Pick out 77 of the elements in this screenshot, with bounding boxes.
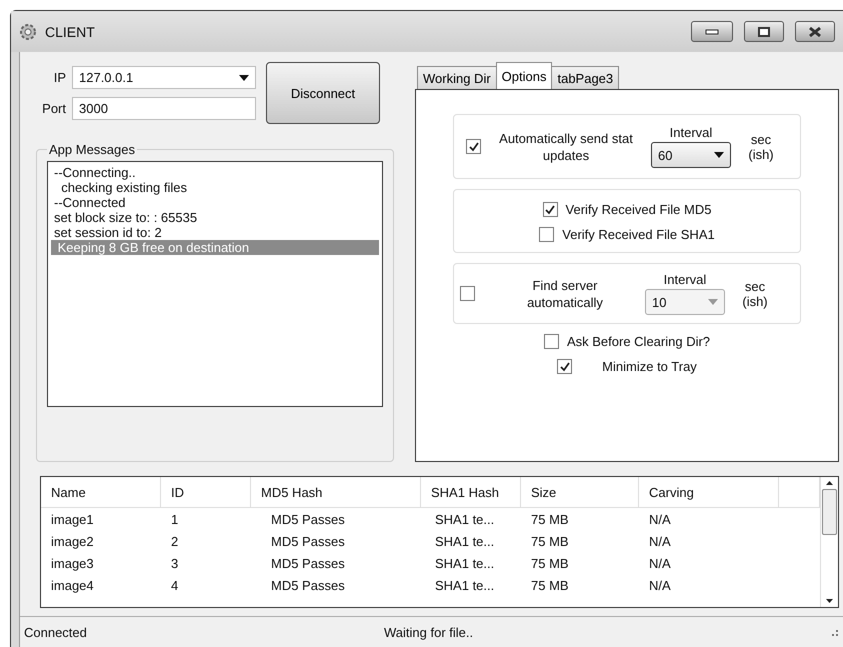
port-label: Port <box>41 101 66 116</box>
checkbox-label: Ask Before Clearing Dir? <box>566 334 710 349</box>
column-header[interactable]: MD5 Hash <box>251 477 421 508</box>
message-item[interactable]: set session id to: 2 <box>51 225 379 240</box>
table-cell-text: SHA1 te... <box>434 576 496 594</box>
table-cell-text: MD5 Passes <box>270 532 346 550</box>
tab[interactable]: Options <box>496 62 552 89</box>
column-header[interactable]: SHA1 Hash <box>421 477 521 508</box>
message-item[interactable]: set block size to: : 65535 <box>51 210 379 225</box>
maximize-icon <box>758 26 770 36</box>
checkbox[interactable] <box>466 139 481 154</box>
table-cell-text: SHA1 te... <box>434 510 496 528</box>
table-cell-text: SHA1 te... <box>434 554 496 572</box>
table-cell-text: 4 <box>170 576 180 594</box>
checkbox-label: Verify Received File SHA1 <box>562 227 715 242</box>
scroll-thumb[interactable] <box>822 489 837 535</box>
table-cell-text: image2 <box>50 532 95 551</box>
column-header[interactable]: Carving <box>639 477 779 508</box>
ip-dropdown[interactable]: 127.0.0.1 <box>72 66 256 89</box>
window-title: CLIENT <box>45 24 96 40</box>
column-header[interactable]: Name <box>41 477 161 508</box>
table-cell-text: 75 MB <box>530 554 570 572</box>
table-cell-text: N/A <box>648 532 672 550</box>
unit-label: sec (ish) <box>741 278 769 308</box>
checkbox[interactable] <box>539 227 554 242</box>
dropdown-arrow-icon <box>714 152 724 158</box>
table-cell-text: N/A <box>648 510 672 528</box>
gear-icon <box>19 22 37 40</box>
table-cell-text: image1 <box>50 510 95 529</box>
table-cell-text: N/A <box>648 554 672 572</box>
tab[interactable]: tabPage3 <box>551 66 620 89</box>
table-cell-text: SHA1 te... <box>434 532 496 550</box>
table-cell-text: image4 <box>50 576 95 595</box>
unit-label: sec (ish) <box>747 132 775 162</box>
checkbox-label: Find server automatically <box>526 276 604 310</box>
checkbox-label: Verify Received File MD5 <box>566 202 712 217</box>
dropdown-arrow-icon <box>708 299 718 305</box>
status-text: Waiting for file.. <box>384 624 474 640</box>
close-button[interactable] <box>795 21 835 42</box>
close-icon <box>808 26 822 38</box>
table-cell-text: MD5 Passes <box>270 510 346 528</box>
interval-label: Interval <box>670 125 712 140</box>
message-item[interactable]: --Connecting.. <box>51 165 379 180</box>
table-cell-text: MD5 Passes <box>270 576 346 594</box>
resize-grip-icon[interactable] <box>829 627 839 637</box>
minimize-button[interactable] <box>691 21 733 42</box>
column-header[interactable]: ID <box>161 477 251 508</box>
table-cell-text: N/A <box>648 576 672 594</box>
interval-dropdown[interactable]: 60 <box>651 142 731 168</box>
minimize-icon <box>705 28 719 34</box>
checkbox[interactable] <box>544 334 559 349</box>
checkbox-label: Minimize to Tray <box>602 359 697 374</box>
table-cell-text: 2 <box>170 532 180 550</box>
interval-label: Interval <box>664 272 706 287</box>
table-cell-text: 75 MB <box>530 532 570 550</box>
message-item[interactable]: checking existing files <box>51 180 379 195</box>
disconnect-button[interactable]: Disconnect <box>266 62 380 124</box>
tab[interactable]: Working Dir <box>417 66 497 89</box>
status-text: Connected <box>24 624 88 640</box>
ip-label: IP <box>52 70 66 85</box>
dropdown-arrow-icon <box>239 74 249 80</box>
empty-column-header <box>779 477 820 508</box>
port-field[interactable]: 3000 <box>72 97 256 120</box>
checkbox[interactable] <box>557 359 572 374</box>
table-cell-text: 3 <box>170 554 180 572</box>
maximize-button[interactable] <box>744 21 784 42</box>
checkbox[interactable] <box>542 202 558 217</box>
message-item[interactable]: --Connected <box>51 195 379 210</box>
table-cell-text: 75 MB <box>530 510 570 528</box>
scrollbar[interactable] <box>820 477 838 607</box>
checkbox-label: Automatically send stat updates <box>498 130 634 164</box>
group-title: App Messages <box>48 142 136 157</box>
table-cell-text: MD5 Passes <box>270 554 346 572</box>
column-header[interactable]: Size <box>521 477 639 508</box>
table-cell-text: 75 MB <box>530 576 570 594</box>
table-cell-text: image3 <box>50 554 95 573</box>
table-cell-text: 1 <box>170 510 180 528</box>
